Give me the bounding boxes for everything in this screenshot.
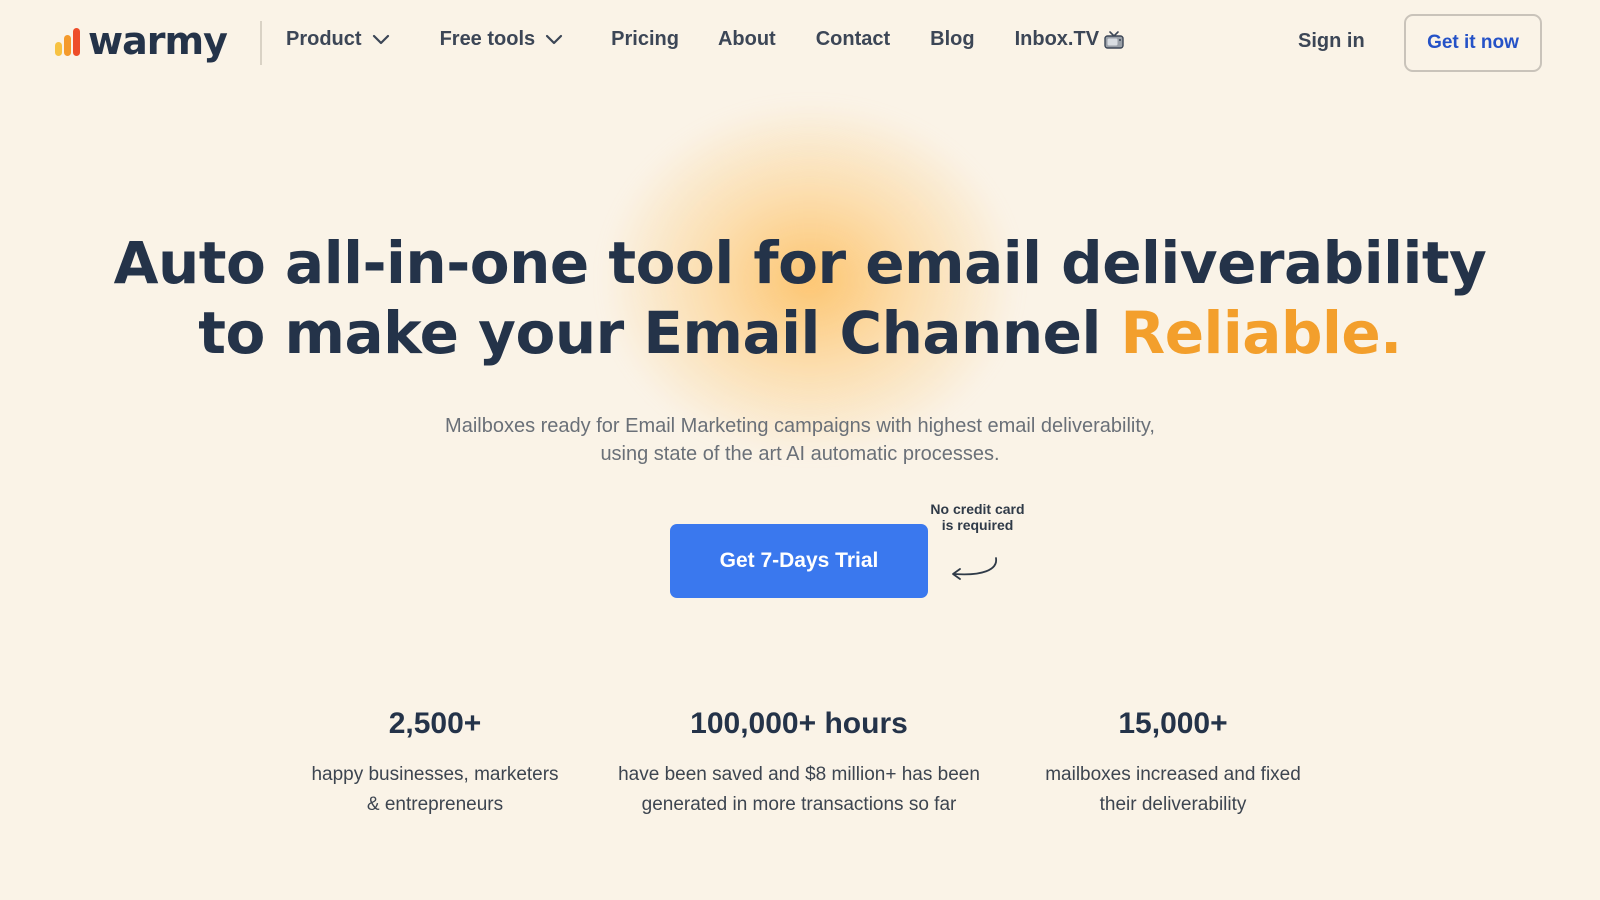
nav-item-pricing[interactable]: Pricing xyxy=(611,28,679,51)
stat-description: mailboxes increased and fixed their deli… xyxy=(1023,760,1323,820)
hero-title: Auto all-in-one tool for email deliverab… xyxy=(0,228,1600,368)
stat-description: happy businesses, marketers & entreprene… xyxy=(285,760,585,820)
nav-item-contact[interactable]: Contact xyxy=(816,28,890,51)
nav-item-label: Inbox.TV xyxy=(1014,28,1100,50)
stat-description-line-1: have been saved and $8 million+ has been xyxy=(618,764,980,785)
note-line-1: No credit card xyxy=(930,501,1025,517)
nav-item-free-tools[interactable]: Free tools xyxy=(440,28,564,51)
no-credit-card-note: No credit card is required xyxy=(915,501,1040,533)
nav-item-label: Contact xyxy=(815,28,891,50)
site-header: warmy Product Free tools Pricing About C… xyxy=(0,0,1600,86)
nav-item-inbox-tv[interactable]: Inbox.TV xyxy=(1015,28,1125,51)
stat-value: 15,000+ xyxy=(1118,707,1228,740)
note-line-2: is required xyxy=(941,517,1014,533)
get-trial-button[interactable]: Get 7-Days Trial xyxy=(670,524,928,598)
nav-item-about[interactable]: About xyxy=(718,28,776,51)
nav-item-label: Product xyxy=(286,28,362,50)
nav-item-label: About xyxy=(717,28,776,50)
bar-chart-logo-icon xyxy=(55,26,80,56)
hero-subtitle-line-2: using state of the art AI automatic proc… xyxy=(600,443,1000,465)
chevron-down-icon xyxy=(372,34,389,44)
stat-value: 100,000+ hours xyxy=(690,707,908,740)
get-it-now-button[interactable]: Get it now xyxy=(1404,14,1542,72)
curved-arrow-icon xyxy=(952,557,997,580)
nav-item-label: Free tools xyxy=(439,28,536,50)
hero-title-line-2: to make your Email Channel xyxy=(198,299,1121,367)
stat-description-line-1: mailboxes increased and fixed xyxy=(1045,764,1301,785)
stat-description-line-2: & entrepreneurs xyxy=(366,794,504,815)
stat-businesses: 2,500+ happy businesses, marketers & ent… xyxy=(285,706,585,820)
nav-item-label: Pricing xyxy=(611,28,679,50)
logo-text: warmy xyxy=(88,19,228,63)
hero-title-accent: Reliable. xyxy=(1120,299,1403,367)
nav-item-product[interactable]: Product xyxy=(286,28,390,51)
stat-description-line-2: their deliverability xyxy=(1099,794,1247,815)
stat-hours-saved: 100,000+ hours have been saved and $8 mi… xyxy=(599,706,999,820)
sign-in-link[interactable]: Sign in xyxy=(1298,30,1365,53)
stat-description: have been saved and $8 million+ has been… xyxy=(599,760,999,820)
stat-mailboxes: 15,000+ mailboxes increased and fixed th… xyxy=(1023,706,1323,820)
chevron-down-icon xyxy=(546,34,563,44)
hero-subtitle: Mailboxes ready for Email Marketing camp… xyxy=(0,412,1600,468)
hero-title-line-1: Auto all-in-one tool for email deliverab… xyxy=(113,229,1487,297)
tv-icon xyxy=(1104,30,1124,49)
nav-item-blog[interactable]: Blog xyxy=(930,28,974,51)
header-divider xyxy=(260,21,262,65)
hero-subtitle-line-1: Mailboxes ready for Email Marketing camp… xyxy=(445,415,1155,437)
stat-value: 2,500+ xyxy=(388,707,482,740)
nav-item-label: Blog xyxy=(930,28,975,50)
stat-description-line-2: generated in more transactions so far xyxy=(641,794,957,815)
stat-description-line-1: happy businesses, marketers xyxy=(311,764,559,785)
main-nav: Product Free tools Pricing About Contact… xyxy=(286,28,1125,51)
logo-link[interactable]: warmy xyxy=(55,19,228,63)
